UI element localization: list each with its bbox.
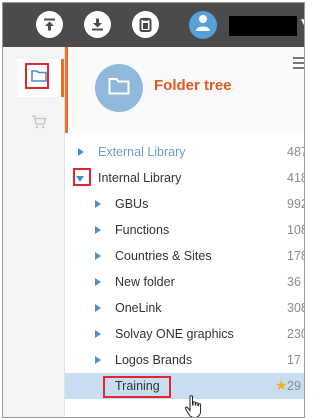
folder-icon xyxy=(108,77,130,100)
top-bar: ▼ xyxy=(3,3,304,47)
expand-toggle-highlight-box xyxy=(73,168,91,186)
redacted-username[interactable] xyxy=(229,16,297,36)
sidebar-tab-cart[interactable] xyxy=(17,105,61,143)
item-count: 17862 xyxy=(287,249,304,263)
item-count: 10810 xyxy=(287,223,304,237)
tree-item-onelink[interactable]: OneLink 3083 xyxy=(65,295,304,321)
expand-arrow-icon[interactable] xyxy=(95,226,101,234)
upload-button[interactable] xyxy=(36,11,63,38)
panel-title: Folder tree xyxy=(154,77,232,94)
tree-item-new-folder[interactable]: New folder 36 xyxy=(65,269,304,295)
item-count: 3083 xyxy=(287,301,304,315)
tree-item-countries-sites[interactable]: Countries & Sites 17862 xyxy=(65,243,304,269)
item-count: 9928 xyxy=(287,197,304,211)
training-highlight-box xyxy=(103,376,171,398)
clipboard-button[interactable] xyxy=(132,11,159,38)
item-count: 41838 xyxy=(287,171,304,185)
download-button[interactable] xyxy=(84,11,111,38)
expand-arrow-icon[interactable] xyxy=(95,330,101,338)
tree-item-external-library[interactable]: External Library 4875 xyxy=(65,139,304,165)
item-count: 17 xyxy=(287,353,301,367)
item-count: 36 xyxy=(287,275,301,289)
expand-arrow-icon[interactable] xyxy=(95,304,101,312)
tree-item-internal-library[interactable]: Internal Library 41838 xyxy=(65,165,304,191)
sidebar xyxy=(3,47,65,417)
user-avatar-button[interactable] xyxy=(189,11,217,39)
tree-item-gbus[interactable]: GBUs 9928 xyxy=(65,191,304,217)
item-count: 4875 xyxy=(287,145,304,159)
item-count: 29 xyxy=(287,379,301,393)
cart-icon xyxy=(31,114,47,134)
tree-item-solvay-one-graphics[interactable]: Solvay ONE graphics 230 xyxy=(65,321,304,347)
clipboard-icon xyxy=(138,17,153,32)
folder-tree-badge xyxy=(95,64,143,112)
item-count: 230 xyxy=(287,327,304,341)
tree-item-functions[interactable]: Functions 10810 xyxy=(65,217,304,243)
user-icon xyxy=(195,14,211,37)
chevron-down-icon[interactable]: ▼ xyxy=(299,17,304,28)
expand-arrow-icon[interactable] xyxy=(95,278,101,286)
upload-icon xyxy=(42,17,57,32)
expand-arrow-icon[interactable] xyxy=(95,200,101,208)
app-window: ▼ xyxy=(2,2,305,418)
folder-tab-highlight-box xyxy=(25,63,49,89)
favorite-star-icon[interactable]: ★ xyxy=(275,377,288,394)
tree-item-logos-brands[interactable]: Logos Brands 17 xyxy=(65,347,304,373)
expand-arrow-icon[interactable] xyxy=(95,252,101,260)
hand-cursor-icon xyxy=(184,395,204,417)
expand-arrow-icon[interactable] xyxy=(95,356,101,364)
folder-tree-header: Folder tree xyxy=(65,47,304,133)
expand-arrow-icon[interactable] xyxy=(78,148,84,156)
download-icon xyxy=(90,17,105,32)
hamburger-icon[interactable] xyxy=(293,57,304,72)
